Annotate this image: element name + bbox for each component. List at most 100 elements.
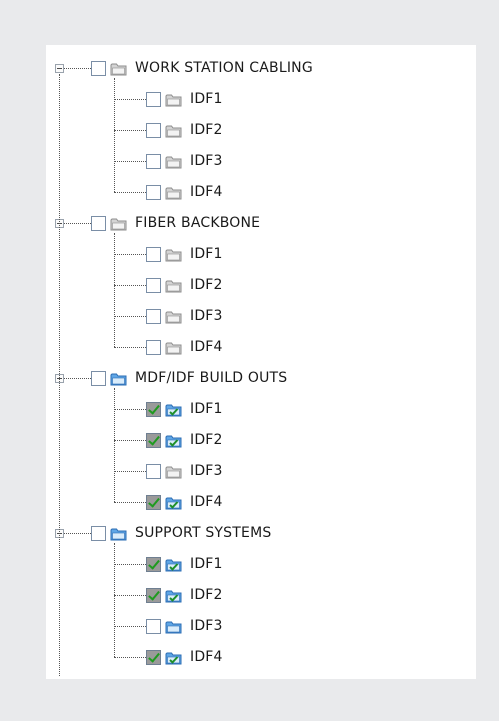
folder-icon xyxy=(165,92,182,107)
tree-connector xyxy=(114,502,146,503)
tree-node-child: IDF2 xyxy=(46,122,476,144)
group-label[interactable]: FIBER BACKBONE xyxy=(135,215,260,231)
tree-connector xyxy=(114,595,146,596)
tree-checkbox[interactable] xyxy=(146,402,161,417)
item-label[interactable]: IDF3 xyxy=(190,153,223,169)
tree-checkbox[interactable] xyxy=(146,278,161,293)
tree-node-child: IDF2 xyxy=(46,432,476,454)
tree-node-child: IDF4 xyxy=(46,184,476,206)
folder-checked-icon xyxy=(165,433,182,448)
tree-node-child: IDF4 xyxy=(46,649,476,671)
item-label[interactable]: IDF4 xyxy=(190,339,223,355)
tree-connector xyxy=(114,316,146,317)
tree-node-child: IDF1 xyxy=(46,91,476,113)
item-label[interactable]: IDF4 xyxy=(190,184,223,200)
folder-checked-icon xyxy=(165,650,182,665)
tree-node-child: IDF3 xyxy=(46,463,476,485)
tree-connector xyxy=(64,533,91,534)
tree-connector xyxy=(114,347,146,348)
item-label[interactable]: IDF1 xyxy=(190,246,223,262)
folder-checked-icon xyxy=(165,557,182,572)
tree-panel: WORK STATION CABLING IDF1 IDF2 IDF3 IDF4 FIBE… xyxy=(46,45,476,679)
item-label[interactable]: IDF1 xyxy=(190,556,223,572)
folder-icon xyxy=(165,154,182,169)
tree-checkbox[interactable] xyxy=(146,619,161,634)
item-label[interactable]: IDF2 xyxy=(190,432,223,448)
tree-node-child: IDF1 xyxy=(46,556,476,578)
folder-icon xyxy=(165,309,182,324)
item-label[interactable]: IDF2 xyxy=(190,587,223,603)
item-label[interactable]: IDF2 xyxy=(190,277,223,293)
tree-checkbox[interactable] xyxy=(146,557,161,572)
tree-connector xyxy=(64,378,91,379)
tree-connector xyxy=(114,130,146,131)
folder-icon xyxy=(165,123,182,138)
tree-checkbox[interactable] xyxy=(146,309,161,324)
tree-checkbox[interactable] xyxy=(146,650,161,665)
folder-icon xyxy=(165,619,182,634)
group-label[interactable]: WORK STATION CABLING xyxy=(135,60,313,76)
tree-checkbox[interactable] xyxy=(146,185,161,200)
tree-node-child: IDF2 xyxy=(46,587,476,609)
tree-node-root: MDF/IDF BUILD OUTS xyxy=(46,370,476,392)
folder-icon xyxy=(110,526,127,541)
tree-checkbox[interactable] xyxy=(146,433,161,448)
tree-node-child: IDF1 xyxy=(46,401,476,423)
collapse-toggle-icon[interactable] xyxy=(55,64,64,73)
group-label[interactable]: MDF/IDF BUILD OUTS xyxy=(135,370,287,386)
item-label[interactable]: IDF3 xyxy=(190,618,223,634)
tree-connector xyxy=(114,233,115,347)
tree-connector xyxy=(64,68,91,69)
item-label[interactable]: IDF2 xyxy=(190,122,223,138)
tree-connector xyxy=(114,409,146,410)
tree-checkbox[interactable] xyxy=(91,526,106,541)
item-label[interactable]: IDF4 xyxy=(190,649,223,665)
folder-icon xyxy=(110,371,127,386)
folder-icon xyxy=(165,464,182,479)
item-label[interactable]: IDF4 xyxy=(190,494,223,510)
tree-checkbox[interactable] xyxy=(91,216,106,231)
tree-checkbox[interactable] xyxy=(91,61,106,76)
tree-node-root: WORK STATION CABLING xyxy=(46,60,476,82)
tree-checkbox[interactable] xyxy=(146,92,161,107)
folder-icon xyxy=(110,216,127,231)
tree-connector xyxy=(114,192,146,193)
item-label[interactable]: IDF3 xyxy=(190,308,223,324)
tree-connector xyxy=(114,388,115,502)
tree-connector xyxy=(114,543,115,657)
item-label[interactable]: IDF1 xyxy=(190,401,223,417)
tree-checkbox[interactable] xyxy=(146,247,161,262)
folder-icon xyxy=(165,247,182,262)
tree-connector xyxy=(114,285,146,286)
tree-trunk xyxy=(59,74,60,676)
tree-connector xyxy=(114,657,146,658)
folder-icon xyxy=(165,340,182,355)
folder-icon xyxy=(165,185,182,200)
tree-node-root: SUPPORT SYSTEMS xyxy=(46,525,476,547)
tree-connector xyxy=(114,254,146,255)
tree-node-child: IDF3 xyxy=(46,153,476,175)
tree-checkbox[interactable] xyxy=(146,123,161,138)
tree-view: WORK STATION CABLING IDF1 IDF2 IDF3 IDF4 FIBE… xyxy=(46,45,476,679)
tree-checkbox[interactable] xyxy=(146,495,161,510)
tree-checkbox[interactable] xyxy=(146,154,161,169)
tree-checkbox[interactable] xyxy=(146,464,161,479)
folder-checked-icon xyxy=(165,402,182,417)
item-label[interactable]: IDF3 xyxy=(190,463,223,479)
tree-node-root: FIBER BACKBONE xyxy=(46,215,476,237)
tree-connector xyxy=(114,626,146,627)
tree-node-child: IDF2 xyxy=(46,277,476,299)
group-label[interactable]: SUPPORT SYSTEMS xyxy=(135,525,271,541)
tree-connector xyxy=(114,471,146,472)
folder-checked-icon xyxy=(165,588,182,603)
item-label[interactable]: IDF1 xyxy=(190,91,223,107)
tree-checkbox[interactable] xyxy=(146,588,161,603)
tree-checkbox[interactable] xyxy=(91,371,106,386)
tree-node-child: IDF1 xyxy=(46,246,476,268)
tree-connector xyxy=(114,161,146,162)
tree-node-child: IDF3 xyxy=(46,308,476,330)
tree-checkbox[interactable] xyxy=(146,340,161,355)
tree-connector xyxy=(64,223,91,224)
tree-node-child: IDF4 xyxy=(46,494,476,516)
tree-node-child: IDF4 xyxy=(46,339,476,361)
